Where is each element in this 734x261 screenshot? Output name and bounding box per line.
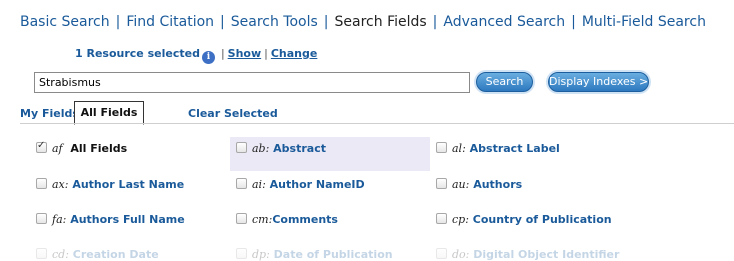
checkbox[interactable] [36, 178, 47, 189]
checkbox[interactable] [36, 213, 47, 224]
field-code: af [52, 142, 63, 155]
nav-separator: | [432, 14, 438, 30]
field-label: Abstract [273, 142, 326, 155]
nav-separator: | [220, 14, 225, 30]
field-authors[interactable]: au: Authors [436, 178, 522, 191]
checkbox[interactable] [436, 248, 447, 259]
nav-multi-field-search[interactable]: Multi-Field Search [582, 14, 706, 30]
field-code: ai: [252, 178, 266, 191]
field-code: cm: [252, 213, 273, 226]
field-code: ab: [252, 142, 270, 155]
nav-basic-search[interactable]: Basic Search [20, 14, 110, 30]
field-authors-full-name[interactable]: fa: Authors Full Name [36, 213, 185, 226]
field-country-of-publication[interactable]: cp: Country of Publication [436, 213, 612, 226]
field-label: Date of Publication [273, 248, 393, 261]
field-author-nameid[interactable]: ai: Author NameID [236, 178, 365, 191]
field-code: au: [452, 178, 470, 191]
field-label: Authors Full Name [70, 213, 185, 226]
field-label: Creation Date [72, 248, 159, 261]
field-date-of-publication[interactable]: dp: Date of Publication [236, 248, 393, 261]
field-label: Author Last Name [72, 178, 185, 191]
checkbox[interactable] [236, 213, 247, 224]
field-label: All Fields [70, 142, 128, 155]
separator: | [264, 47, 268, 60]
nav-separator: | [571, 14, 576, 30]
field-label: Abstract Label [469, 142, 560, 155]
field-comments[interactable]: cm:Comments [236, 213, 338, 226]
tab-my-fields[interactable]: My Fields [20, 107, 79, 120]
checkbox[interactable] [436, 178, 447, 189]
nav-advanced-search[interactable]: Advanced Search [443, 14, 565, 30]
field-label: Digital Object Identifier [473, 248, 620, 261]
nav-find-citation[interactable]: Find Citation [126, 14, 214, 30]
checkbox[interactable] [36, 140, 47, 153]
checkbox[interactable] [436, 213, 447, 224]
field-creation-date[interactable]: cd: Creation Date [36, 248, 159, 261]
field-code: al: [452, 142, 466, 155]
tab-all-fields[interactable]: All Fields [74, 101, 144, 125]
checkbox[interactable] [236, 142, 247, 153]
field-all-fields[interactable]: af All Fields [36, 140, 128, 155]
field-code: cp: [452, 213, 469, 226]
display-indexes-button[interactable]: Display Indexes > [548, 72, 649, 92]
nav-search-tools[interactable]: Search Tools [231, 14, 318, 30]
resource-selection-bar: 1 Resource selected i | Show | Change [75, 47, 317, 64]
search-button[interactable]: Search [476, 72, 533, 92]
field-code: do: [452, 248, 470, 261]
checkbox[interactable] [236, 178, 247, 189]
checkbox[interactable] [236, 248, 247, 259]
search-input[interactable] [34, 72, 470, 93]
field-code: fa: [52, 213, 67, 226]
field-code: ax: [52, 178, 69, 191]
field-label: Author NameID [269, 178, 365, 191]
show-resources-link[interactable]: Show [228, 47, 261, 60]
field-code: cd: [52, 248, 69, 261]
field-label: Country of Publication [472, 213, 612, 226]
field-label: Comments [272, 213, 338, 226]
search-mode-nav: Basic Search | Find Citation | Search Tools |… [20, 14, 706, 30]
info-icon[interactable]: i [201, 51, 215, 64]
field-digital-object-identifier[interactable]: do: Digital Object Identifier [436, 248, 619, 261]
nav-search-fields[interactable]: Search Fields [335, 14, 427, 30]
field-label: Authors [473, 178, 523, 191]
separator: | [220, 47, 225, 60]
nav-separator: | [323, 14, 329, 30]
change-resources-link[interactable]: Change [271, 47, 318, 60]
checkbox[interactable] [36, 248, 47, 259]
checkbox[interactable] [436, 142, 447, 153]
nav-separator: | [115, 14, 121, 30]
clear-selected-link[interactable]: Clear Selected [188, 107, 278, 120]
resource-count: 1 Resource selected [75, 47, 200, 60]
field-author-last-name[interactable]: ax: Author Last Name [36, 178, 184, 191]
tab-divider [20, 123, 734, 124]
field-abstract[interactable]: ab: Abstract [236, 142, 326, 155]
field-code: dp: [252, 248, 270, 261]
field-abstract-label[interactable]: al: Abstract Label [436, 142, 560, 155]
